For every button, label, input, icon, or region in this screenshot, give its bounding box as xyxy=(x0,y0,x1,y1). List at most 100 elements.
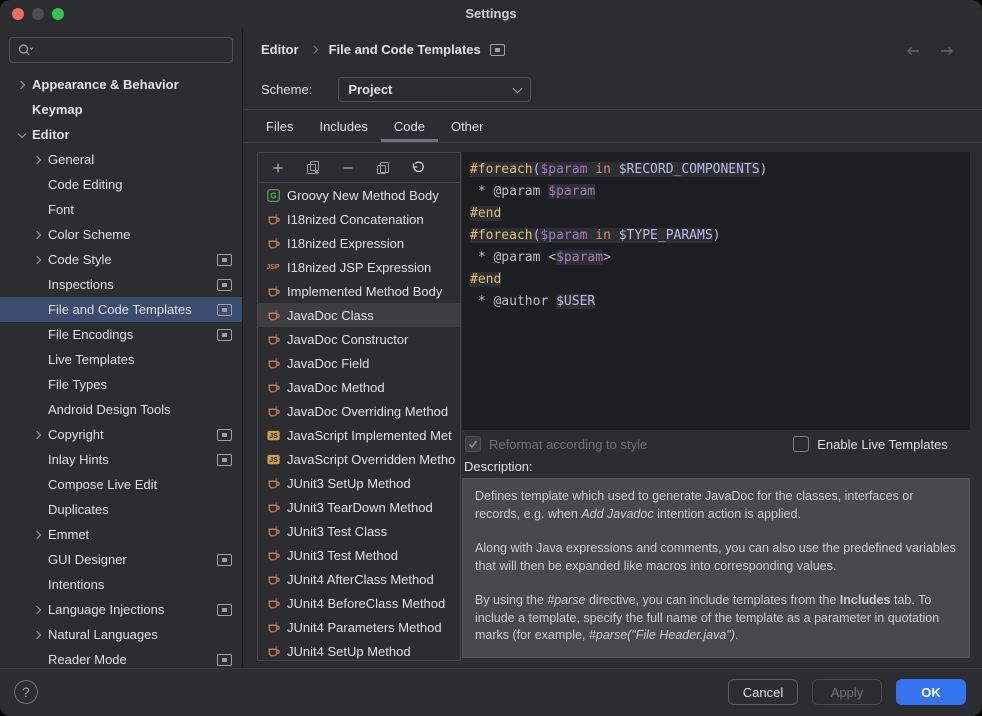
options-row: Reformat according to style Enable Live … xyxy=(465,436,948,452)
sidebar-item-file-types[interactable]: File Types xyxy=(0,372,242,397)
sidebar-item-label: Appearance & Behavior xyxy=(32,77,179,92)
sidebar-item-keymap[interactable]: Keymap xyxy=(0,97,242,122)
template-item-javadoc-constructor[interactable]: JavaDoc Constructor xyxy=(258,327,460,351)
chevron-right-icon[interactable] xyxy=(28,250,48,270)
code-line: #end xyxy=(470,203,962,225)
code-line: #foreach($param in $TYPE_PARAMS) xyxy=(470,225,962,247)
template-item-junit4-setup-method[interactable]: JUnit4 SetUp Method xyxy=(258,639,460,661)
cancel-button[interactable]: Cancel xyxy=(728,679,798,705)
sidebar-item-emmet[interactable]: Emmet xyxy=(0,522,242,547)
help-button[interactable]: ? xyxy=(14,680,38,704)
template-item-javascript-overridden-metho[interactable]: JSJavaScript Overridden Metho xyxy=(258,447,460,471)
java-class-icon xyxy=(265,571,281,587)
tab-code[interactable]: Code xyxy=(381,114,438,142)
java-class-icon xyxy=(265,235,281,251)
template-item-junit3-test-method[interactable]: JUnit3 Test Method xyxy=(258,543,460,567)
chevron-right-icon[interactable] xyxy=(28,525,48,545)
template-item-javadoc-method[interactable]: JavaDoc Method xyxy=(258,375,460,399)
sidebar-item-label: Emmet xyxy=(48,527,89,542)
apply-button[interactable]: Apply xyxy=(812,679,882,705)
template-item-label: JUnit3 Test Class xyxy=(287,524,387,539)
sidebar-item-label: Reader Mode xyxy=(48,652,127,667)
template-item-i18nized-expression[interactable]: I18nized Expression xyxy=(258,231,460,255)
scheme-dropdown[interactable]: Project xyxy=(338,77,531,102)
template-item-i18nized-concatenation[interactable]: I18nized Concatenation xyxy=(258,207,460,231)
template-item-junit3-test-class[interactable]: JUnit3 Test Class xyxy=(258,519,460,543)
description-box[interactable]: Defines template which used to generate … xyxy=(462,478,970,658)
sidebar-item-duplicates[interactable]: Duplicates xyxy=(0,497,242,522)
tab-includes[interactable]: Includes xyxy=(306,114,380,142)
copy-template-button[interactable] xyxy=(370,157,396,179)
chevron-right-icon[interactable] xyxy=(12,75,32,95)
add-template-button[interactable] xyxy=(265,157,291,179)
description-label: Description: xyxy=(464,459,533,474)
sidebar-item-copyright[interactable]: Copyright xyxy=(0,422,242,447)
template-item-junit3-teardown-method[interactable]: JUnit3 TearDown Method xyxy=(258,495,460,519)
sidebar-item-editor[interactable]: Editor xyxy=(0,122,242,147)
sidebar-item-code-style[interactable]: Code Style xyxy=(0,247,242,272)
sidebar-item-appearance-behavior[interactable]: Appearance & Behavior xyxy=(0,72,242,97)
sidebar-item-compose-live-edit[interactable]: Compose Live Edit xyxy=(0,472,242,497)
sidebar-item-android-design-tools[interactable]: Android Design Tools xyxy=(0,397,242,422)
reformat-checkbox[interactable] xyxy=(465,436,481,452)
chevron-right-icon[interactable] xyxy=(28,425,48,445)
sidebar-item-inlay-hints[interactable]: Inlay Hints xyxy=(0,447,242,472)
enable-live-templates-checkbox[interactable] xyxy=(793,436,809,452)
template-item-javascript-implemented-met[interactable]: JSJavaScript Implemented Met xyxy=(258,423,460,447)
template-item-junit4-parameters-method[interactable]: JUnit4 Parameters Method xyxy=(258,615,460,639)
sidebar-item-general[interactable]: General xyxy=(0,147,242,172)
template-item-javadoc-overriding-method[interactable]: JavaDoc Overriding Method xyxy=(258,399,460,423)
sidebar-item-code-editing[interactable]: Code Editing xyxy=(0,172,242,197)
java-class-icon xyxy=(265,547,281,563)
forward-arrow-icon[interactable] xyxy=(938,44,956,58)
template-item-javadoc-field[interactable]: JavaDoc Field xyxy=(258,351,460,375)
sidebar-item-gui-designer[interactable]: GUI Designer xyxy=(0,547,242,572)
chevron-right-icon[interactable] xyxy=(28,150,48,170)
sidebar-item-color-scheme[interactable]: Color Scheme xyxy=(0,222,242,247)
title-bar[interactable]: Settings xyxy=(0,0,982,28)
template-item-label: JavaDoc Method xyxy=(287,380,385,395)
template-item-junit4-beforeclass-method[interactable]: JUnit4 BeforeClass Method xyxy=(258,591,460,615)
template-item-junit3-setup-method[interactable]: JUnit3 SetUp Method xyxy=(258,471,460,495)
sidebar-item-inspections[interactable]: Inspections xyxy=(0,272,242,297)
template-item-label: I18nized Expression xyxy=(287,236,404,251)
template-code-editor[interactable]: #foreach($param in $RECORD_COMPONENTS) *… xyxy=(462,152,970,430)
tab-other[interactable]: Other xyxy=(438,114,497,142)
sidebar-item-file-and-code-templates[interactable]: File and Code Templates xyxy=(0,297,242,322)
sidebar-item-font[interactable]: Font xyxy=(0,197,242,222)
tab-files[interactable]: Files xyxy=(253,114,306,142)
breadcrumb-page: File and Code Templates xyxy=(329,42,481,57)
jsp-icon: JSP xyxy=(265,259,281,275)
template-item-i18nized-jsp-expression[interactable]: JSPI18nized JSP Expression xyxy=(258,255,460,279)
java-class-icon xyxy=(265,307,281,323)
template-item-implemented-method-body[interactable]: Implemented Method Body xyxy=(258,279,460,303)
reset-template-button[interactable] xyxy=(405,157,431,179)
sidebar-item-reader-mode[interactable]: Reader Mode xyxy=(0,647,242,668)
screen-scope-icon xyxy=(217,554,232,566)
settings-sidebar: Appearance & Behavior KeymapEditorGeneral… xyxy=(0,28,243,668)
sidebar-item-natural-languages[interactable]: Natural Languages xyxy=(0,622,242,647)
sidebar-item-label: GUI Designer xyxy=(48,552,127,567)
reset-icon xyxy=(410,160,426,176)
sidebar-item-language-injections[interactable]: Language Injections xyxy=(0,597,242,622)
chevron-down-icon[interactable] xyxy=(12,125,32,145)
remove-template-button[interactable] xyxy=(335,157,361,179)
chevron-placeholder xyxy=(28,375,48,395)
back-arrow-icon[interactable] xyxy=(904,44,922,58)
sidebar-item-intentions[interactable]: Intentions xyxy=(0,572,242,597)
chevron-right-icon[interactable] xyxy=(28,225,48,245)
duplicate-template-button[interactable] xyxy=(300,157,326,179)
chevron-right-icon[interactable] xyxy=(28,600,48,620)
ok-button[interactable]: OK xyxy=(896,679,966,705)
sidebar-item-file-encodings[interactable]: File Encodings xyxy=(0,322,242,347)
chevron-right-icon[interactable] xyxy=(28,625,48,645)
breadcrumb-editor[interactable]: Editor xyxy=(261,42,299,57)
template-tabs: FilesIncludesCodeOther xyxy=(253,114,496,142)
search-input[interactable] xyxy=(9,37,233,63)
scheme-label: Scheme: xyxy=(261,82,312,97)
sidebar-item-live-templates[interactable]: Live Templates xyxy=(0,347,242,372)
template-item-junit4-afterclass-method[interactable]: JUnit4 AfterClass Method xyxy=(258,567,460,591)
template-item-javadoc-class[interactable]: JavaDoc Class xyxy=(258,303,460,327)
java-class-icon xyxy=(265,403,281,419)
template-item-groovy-new-method-body[interactable]: GGroovy New Method Body xyxy=(258,183,460,207)
